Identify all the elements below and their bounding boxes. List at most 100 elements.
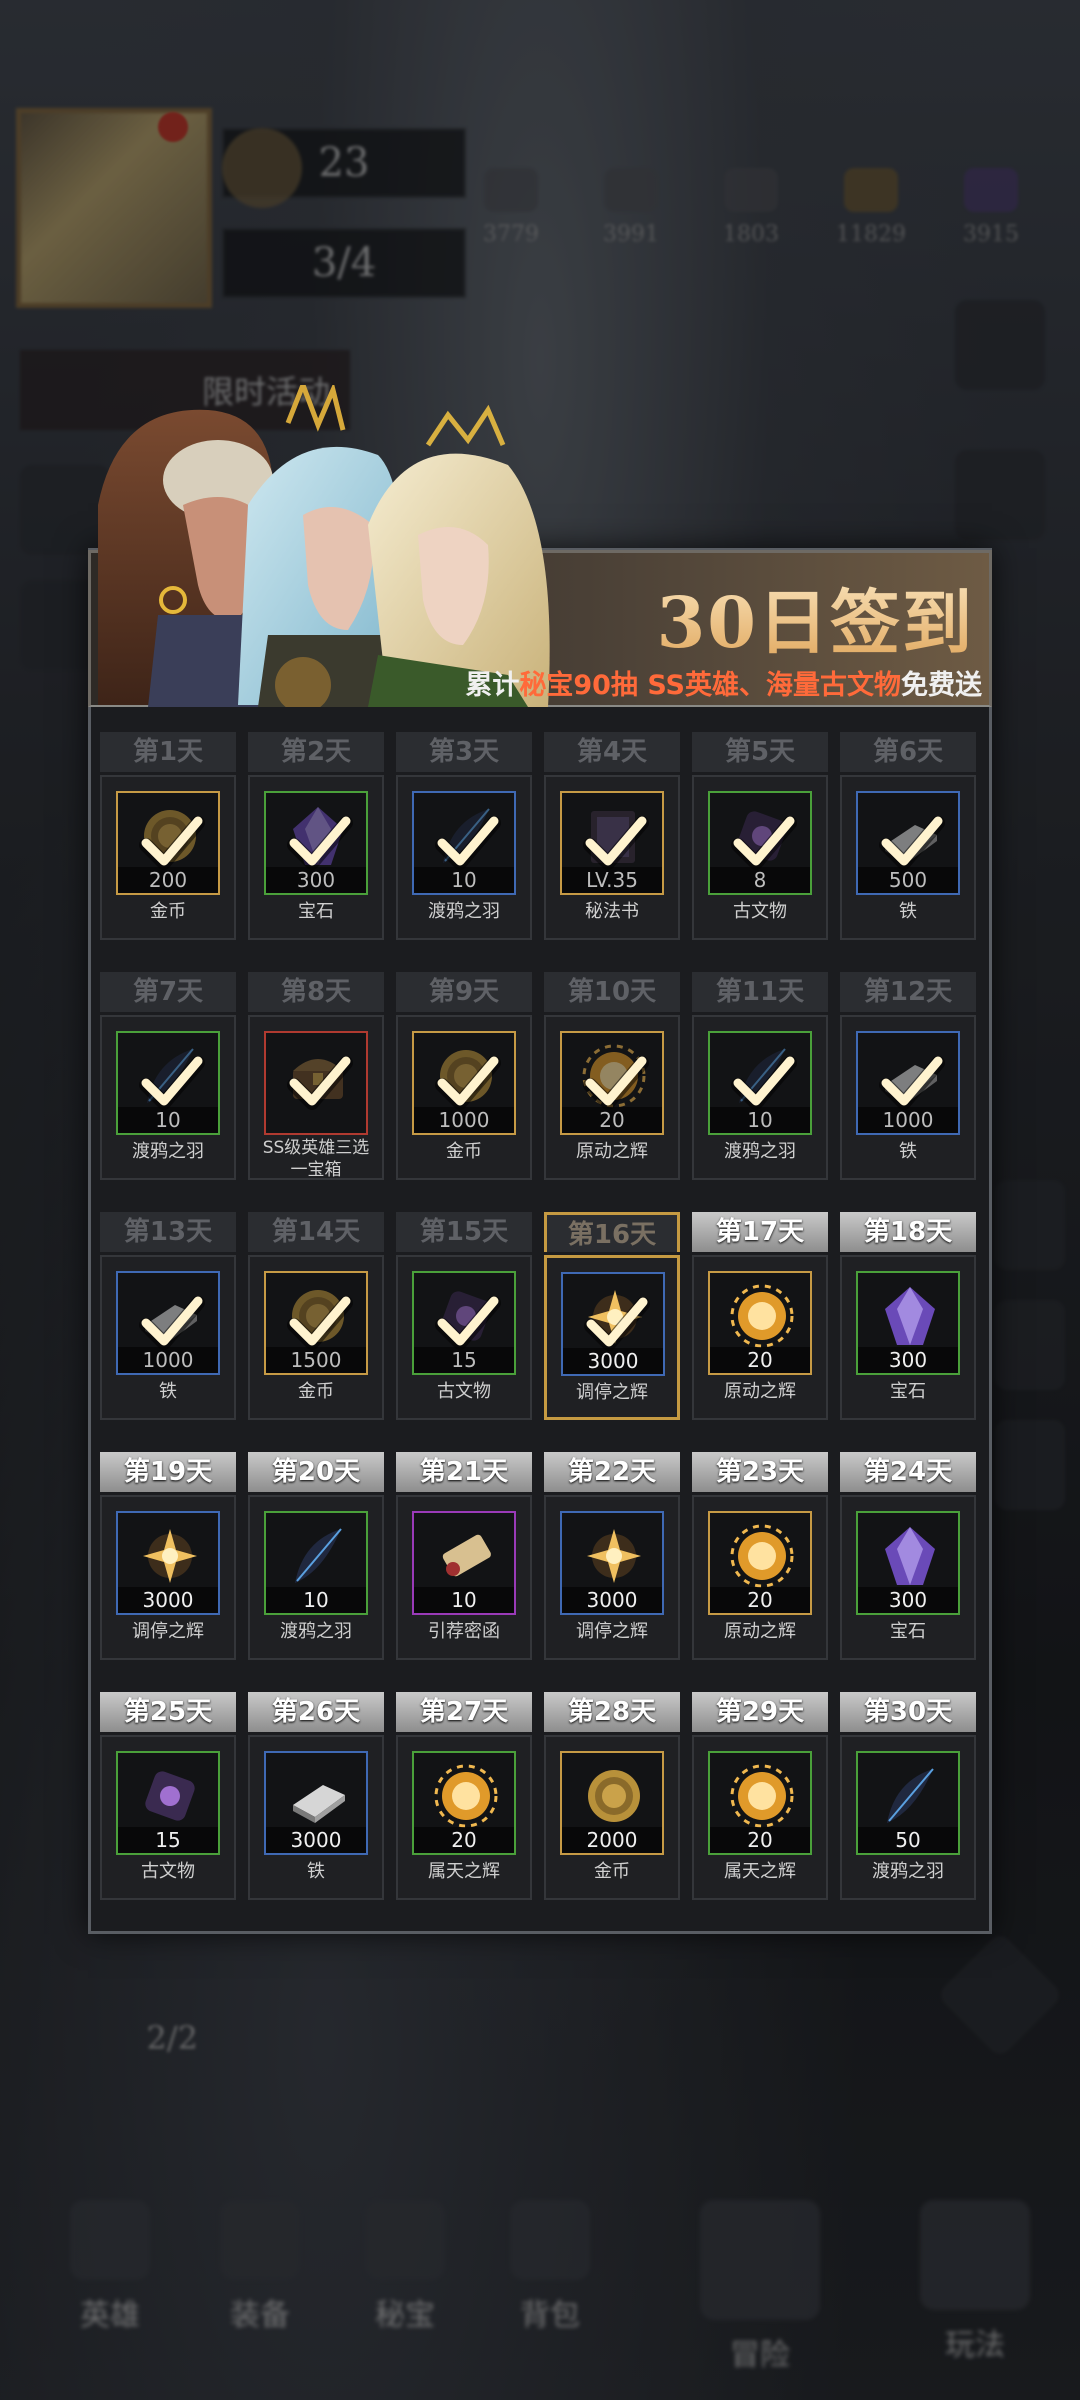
day-label: 第13天 [100,1212,236,1252]
day-reward-cell[interactable]: 第4天 LV.35 秘法书 [544,732,680,940]
day-label: 第18天 [840,1212,976,1252]
reward-slot: 3000 [560,1511,664,1615]
day-reward-cell[interactable]: 第22天 3000 调停之辉 [544,1452,680,1660]
reward-quantity: 20 [710,1587,810,1613]
reward-quantity: 500 [858,867,958,893]
day-label: 第3天 [396,732,532,772]
reward-quantity: 200 [118,867,218,893]
reward-quantity: 3000 [562,1587,662,1613]
day-reward-cell[interactable]: 第5天 8 古文物 [692,732,828,940]
subtitle-highlight: SS英雄、海量古文物 [647,670,901,701]
day-reward-cell[interactable]: 第8天 SS级英雄三选一宝箱 [248,972,384,1180]
day-reward-cell[interactable]: 第21天 10 引荐密函 [396,1452,532,1660]
banner-subtitle: 累计秘宝90抽 SS英雄、海量古文物免费送 [465,663,982,702]
reward-card: 500 铁 [840,775,976,940]
reward-card: 20 属天之辉 [396,1735,532,1900]
day-reward-cell[interactable]: 第10天 20 原动之辉 [544,972,680,1180]
reward-slot: 200 [116,791,220,895]
reward-quantity: 1000 [414,1107,514,1133]
reward-slot: 300 [856,1511,960,1615]
reward-quantity: 20 [710,1827,810,1853]
reward-slot: 20 [708,1751,812,1855]
reward-card: 20 属天之辉 [692,1735,828,1900]
coin-icon [588,1770,640,1822]
reward-quantity: 3000 [118,1587,218,1613]
reward-quantity: 8 [710,867,810,893]
day-reward-cell[interactable]: 第2天 300 宝石 [248,732,384,940]
day-label: 第1天 [100,732,236,772]
sun-icon [730,1764,794,1828]
reward-name: 金币 [298,1381,334,1402]
reward-name: 属天之辉 [724,1861,796,1882]
day-reward-cell[interactable]: 第6天 500 铁 [840,732,976,940]
reward-slot: 300 [264,791,368,895]
reward-quantity: 50 [858,1827,958,1853]
reward-name: 原动之辉 [576,1141,648,1162]
day-reward-cell[interactable]: 第28天 2000 金币 [544,1692,680,1900]
feather-icon [295,1528,342,1583]
day-reward-cell[interactable]: 第14天 1500 金币 [248,1212,384,1420]
reward-name: 渡鸦之羽 [132,1141,204,1162]
day-reward-cell[interactable]: 第16天 3000 调停之辉 [544,1212,680,1420]
day-label: 第16天 [544,1212,680,1252]
reward-name: SS级英雄三选一宝箱 [262,1138,370,1180]
star-glow-icon [143,1529,197,1583]
reward-card: 10 引荐密函 [396,1495,532,1660]
day-reward-cell[interactable]: 第17天 20 原动之辉 [692,1212,828,1420]
reward-card: 3000 调停之辉 [100,1495,236,1660]
reward-name: 金币 [150,901,186,922]
day-reward-cell[interactable]: 第15天 15 古文物 [396,1212,532,1420]
reward-slot: 3000 [264,1751,368,1855]
day-reward-cell[interactable]: 第18天 300 宝石 [840,1212,976,1420]
day-reward-cell[interactable]: 第30天 50 渡鸦之羽 [840,1692,976,1900]
reward-slot: 2000 [560,1751,664,1855]
day-reward-cell[interactable]: 第27天 20 属天之辉 [396,1692,532,1900]
reward-card: 50 渡鸦之羽 [840,1735,976,1900]
reward-card: 1000 金币 [396,1015,532,1180]
reward-slot: 10 [264,1511,368,1615]
day-reward-cell[interactable]: 第13天 1000 铁 [100,1212,236,1420]
reward-card: 20 原动之辉 [692,1255,828,1420]
day-reward-cell[interactable]: 第20天 10 渡鸦之羽 [248,1452,384,1660]
reward-slot: LV.35 [560,791,664,895]
day-reward-cell[interactable]: 第1天 200 金币 [100,732,236,940]
day-label: 第22天 [544,1452,680,1492]
reward-card: 3000 铁 [248,1735,384,1900]
reward-slot: 1000 [116,1271,220,1375]
day-reward-cell[interactable]: 第29天 20 属天之辉 [692,1692,828,1900]
day-label: 第6天 [840,732,976,772]
day-label: 第20天 [248,1452,384,1492]
day-reward-cell[interactable]: 第24天 300 宝石 [840,1452,976,1660]
day-label: 第26天 [248,1692,384,1732]
reward-card: 3000 调停之辉 [544,1495,680,1660]
reward-card: 1000 铁 [100,1255,236,1420]
reward-quantity: 1000 [858,1107,958,1133]
day-reward-cell[interactable]: 第3天 10 渡鸦之羽 [396,732,532,940]
reward-name: 原动之辉 [724,1621,796,1642]
day-reward-cell[interactable]: 第26天 3000 铁 [248,1692,384,1900]
day-label: 第23天 [692,1452,828,1492]
gem-icon [885,1287,935,1345]
reward-card: 300 宝石 [840,1495,976,1660]
day-label: 第24天 [840,1452,976,1492]
reward-slot: 3000 [116,1511,220,1615]
day-reward-cell[interactable]: 第19天 3000 调停之辉 [100,1452,236,1660]
reward-quantity: 300 [858,1347,958,1373]
day-reward-cell[interactable]: 第12天 1000 铁 [840,972,976,1180]
checkmark-icon [287,1056,353,1110]
reward-name: 调停之辉 [576,1621,648,1642]
day-reward-cell[interactable]: 第11天 10 渡鸦之羽 [692,972,828,1180]
reward-quantity: 300 [858,1587,958,1613]
day-label: 第12天 [840,972,976,1012]
day-reward-cell[interactable]: 第23天 20 原动之辉 [692,1452,828,1660]
reward-name: 铁 [159,1381,177,1402]
reward-quantity: 300 [266,867,366,893]
day-reward-cell[interactable]: 第7天 10 渡鸦之羽 [100,972,236,1180]
reward-name: 金币 [446,1141,482,1162]
reward-quantity: 1500 [266,1347,366,1373]
scroll-icon [442,1534,491,1577]
reward-slot: 10 [708,1031,812,1135]
day-reward-cell[interactable]: 第9天 1000 金币 [396,972,532,1180]
day-reward-cell[interactable]: 第25天 15 古文物 [100,1692,236,1900]
reward-slot: 3000 [561,1272,665,1376]
